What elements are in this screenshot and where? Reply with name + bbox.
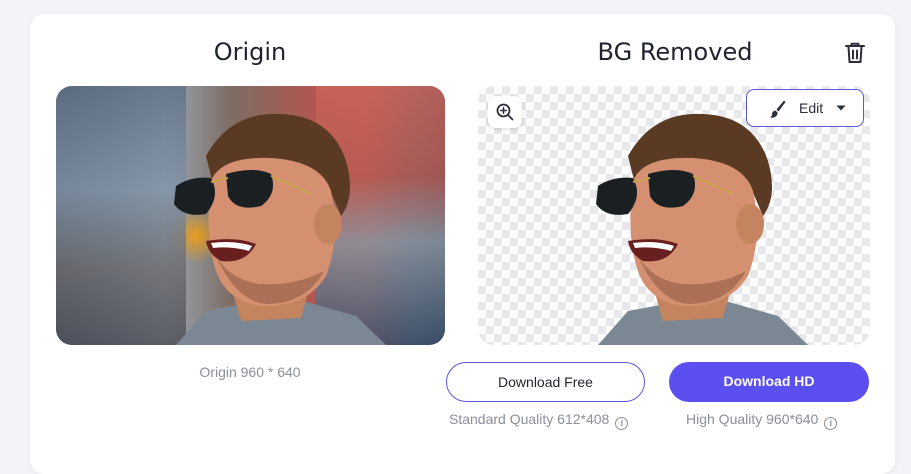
download-free-button[interactable]: Download Free: [446, 362, 645, 402]
info-icon[interactable]: i: [615, 417, 629, 430]
origin-title: Origin: [213, 38, 287, 66]
edit-dropdown-button[interactable]: Edit: [746, 89, 864, 127]
brush-icon: [770, 100, 786, 118]
download-hd-button[interactable]: Download HD: [669, 362, 869, 402]
caret-down-icon: [836, 105, 846, 111]
edit-label: Edit: [799, 100, 824, 116]
standard-quality-label: Standard Quality 612*408 i: [449, 411, 629, 430]
trash-icon: [845, 42, 865, 63]
original-image: [56, 86, 445, 345]
origin-dimensions: Origin 960 * 640: [199, 364, 301, 380]
standard-quality-text: Standard Quality 612*408: [449, 411, 610, 427]
bg-removed-title: BG Removed: [597, 38, 753, 66]
zoom-in-icon: [496, 103, 514, 121]
person-figure: [174, 113, 386, 345]
delete-button[interactable]: [842, 40, 868, 66]
zoom-in-button[interactable]: [488, 96, 522, 128]
high-quality-label: High Quality 960*640 i: [686, 411, 838, 430]
info-icon[interactable]: i: [824, 417, 838, 430]
high-quality-text: High Quality 960*640: [686, 411, 819, 427]
